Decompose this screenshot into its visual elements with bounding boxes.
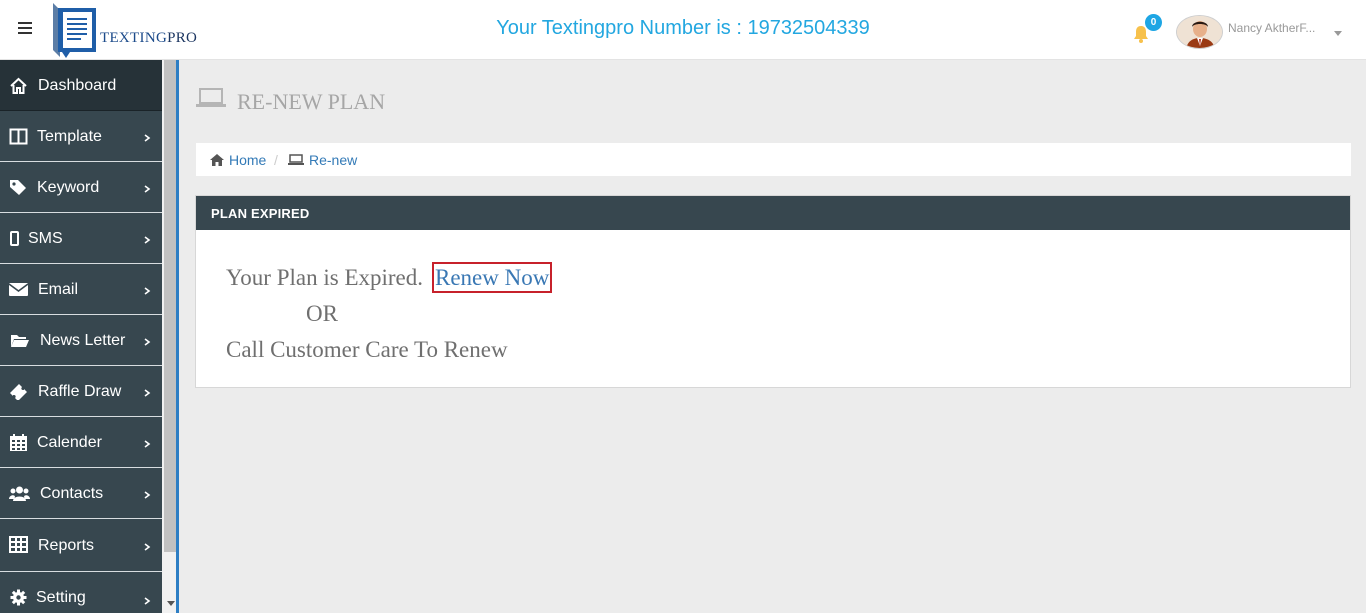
plan-expired-message: Your Plan is Expired. [226, 265, 424, 290]
sidebar-item-label: Setting [36, 589, 86, 606]
laptop-icon [196, 88, 226, 107]
chevron-right-icon [144, 543, 151, 551]
calendar-icon [10, 434, 27, 451]
user-menu-caret-icon[interactable] [1334, 31, 1342, 36]
sidebar-item-label: Calender [37, 434, 102, 451]
sidebar-item-label: Template [37, 128, 102, 145]
home-icon [210, 154, 224, 166]
page-title: RE-NEW PLAN [237, 89, 386, 114]
chevron-right-icon [144, 597, 151, 605]
chevron-right-icon [144, 338, 151, 346]
sidebar-item-label: SMS [28, 230, 63, 247]
notification-count-badge: 0 [1145, 14, 1162, 31]
folder-open-icon [11, 335, 29, 347]
envelope-icon [9, 283, 28, 296]
sidebar-item-dashboard[interactable]: Dashboard [0, 60, 162, 111]
chevron-right-icon [144, 389, 151, 397]
sidebar-item-label: Raffle Draw [38, 383, 122, 400]
sidebar-accent-edge [176, 60, 179, 613]
gear-icon [10, 589, 27, 606]
sidebar-item-reports[interactable]: Reports [0, 519, 162, 572]
breadcrumb-home-link[interactable]: Home [229, 152, 266, 168]
breadcrumb-separator: / [274, 152, 278, 168]
chevron-right-icon [144, 185, 151, 193]
chevron-right-icon [144, 236, 151, 244]
sidebar-nav: Dashboard Template Keyword SMS Email New… [0, 60, 162, 613]
sidebar-item-label: Reports [38, 537, 95, 554]
ticket-icon [10, 384, 27, 400]
plan-expired-panel: PLAN EXPIRED Your Plan is Expired. Renew… [195, 195, 1351, 388]
sidebar-item-label: Email [38, 281, 79, 298]
breadcrumb: Home / Re-new [196, 143, 1351, 176]
sidebar-item-setting[interactable]: Setting [0, 572, 162, 613]
sidebar-item-label: Dashboard [38, 77, 117, 94]
logo-wordmark: TEXTINGPRO [100, 30, 198, 46]
sidebar-item-label: Contacts [40, 485, 104, 502]
user-avatar[interactable] [1176, 15, 1223, 49]
tag-icon [10, 180, 26, 195]
sidebar-item-email[interactable]: Email [0, 264, 162, 315]
sidebar-scrollbar-thumb[interactable] [164, 60, 176, 552]
mobile-icon [10, 231, 19, 246]
sidebar-item-raffle-draw[interactable]: Raffle Draw [0, 366, 162, 417]
sidebar-item-label: Keyword [37, 179, 100, 196]
sidebar-item-contacts[interactable]: Contacts [0, 468, 162, 519]
hamburger-menu-icon[interactable] [18, 22, 32, 38]
top-bar: TEXTINGPRO Your Textingpro Number is : 1… [0, 0, 1366, 60]
chevron-right-icon [144, 440, 151, 448]
breadcrumb-renew-link[interactable]: Re-new [309, 152, 357, 168]
sidebar-item-template[interactable]: Template [0, 111, 162, 162]
or-text: OR [306, 301, 338, 326]
home-icon [10, 77, 27, 94]
sidebar-item-label: News Letter [40, 332, 126, 349]
scroll-down-arrow-icon[interactable] [167, 601, 175, 606]
panel-title: PLAN EXPIRED [211, 206, 310, 221]
laptop-icon [288, 154, 304, 165]
renew-now-link[interactable]: Renew Now [432, 262, 553, 293]
table-icon [9, 536, 28, 553]
columns-icon [9, 128, 28, 145]
chevron-right-icon [144, 287, 151, 295]
chevron-right-icon [144, 134, 151, 142]
sidebar-item-calender[interactable]: Calender [0, 417, 162, 468]
panel-header: PLAN EXPIRED [196, 196, 1350, 230]
sidebar-item-keyword[interactable]: Keyword [0, 162, 162, 213]
call-customer-care-text: Call Customer Care To Renew [226, 337, 508, 362]
sidebar-item-news-letter[interactable]: News Letter [0, 315, 162, 366]
chevron-right-icon [144, 491, 151, 499]
user-name-label[interactable]: Nancy AktherF... [1228, 21, 1330, 35]
users-icon [9, 486, 30, 501]
sidebar-item-sms[interactable]: SMS [0, 213, 162, 264]
